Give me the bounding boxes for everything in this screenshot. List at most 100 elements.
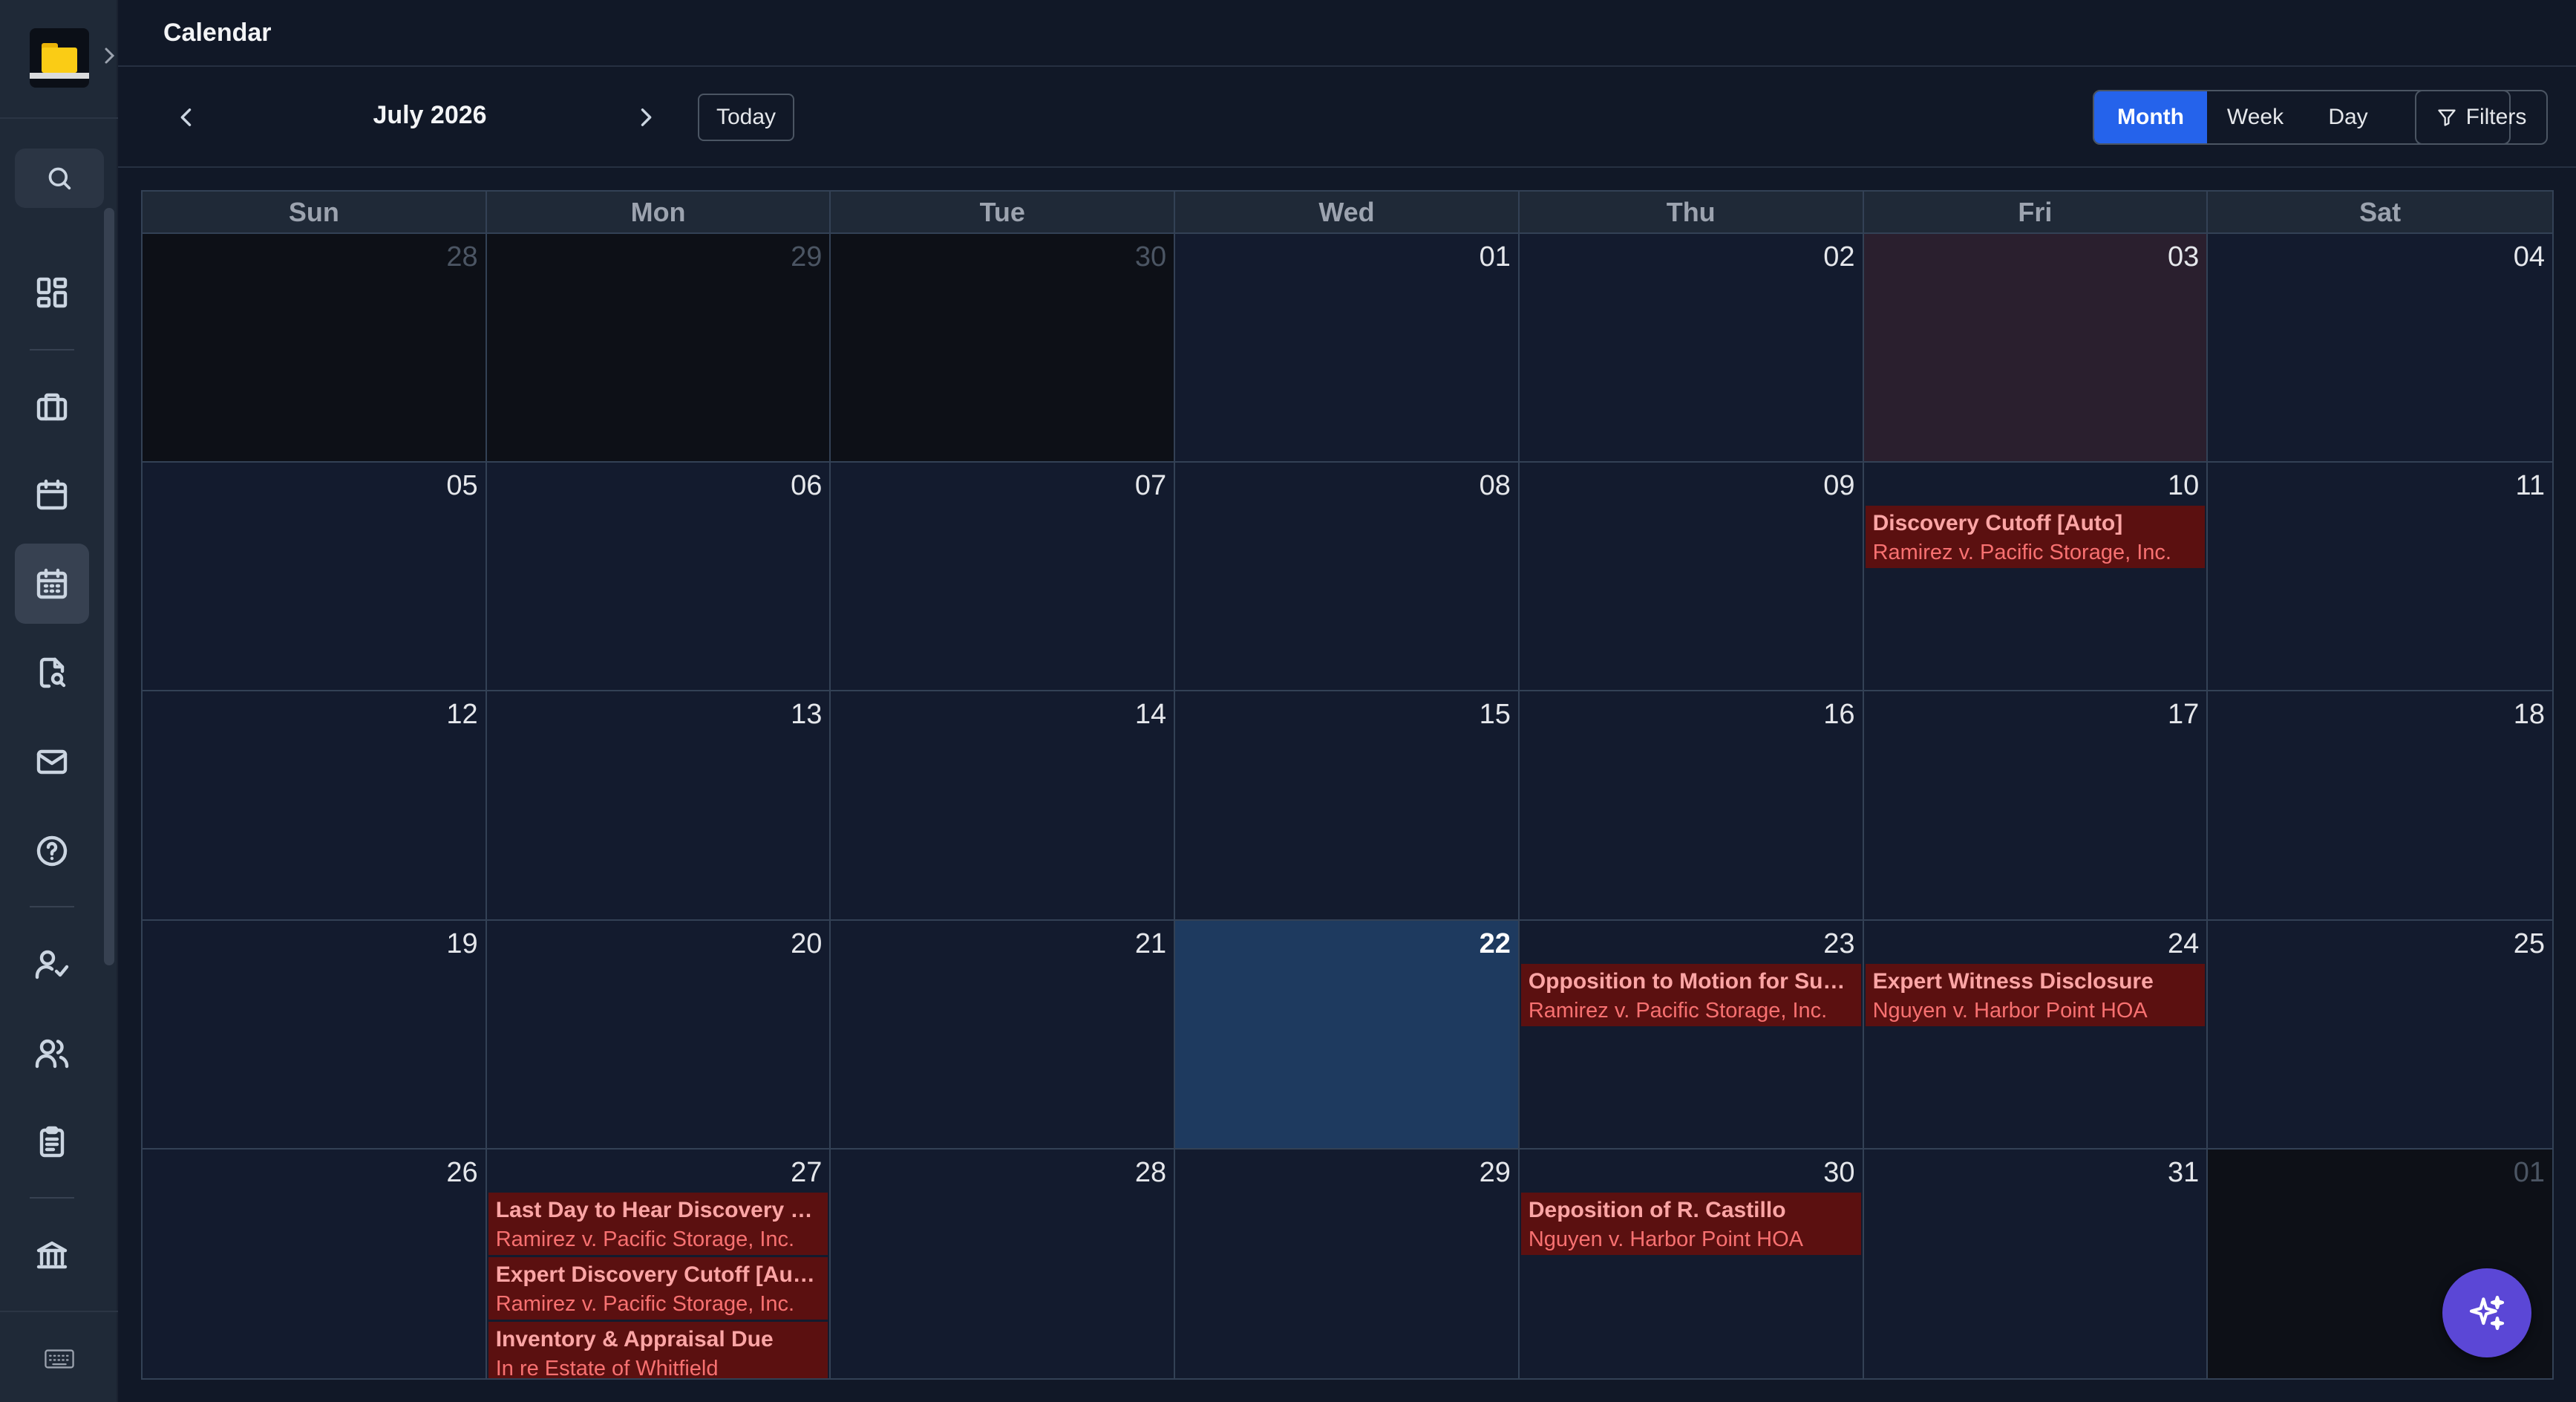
document-search-icon — [39, 657, 66, 688]
filters-button[interactable]: Filters — [2415, 90, 2548, 145]
day-cell[interactable]: 05 — [143, 463, 487, 692]
day-cell[interactable]: 28 — [143, 234, 487, 463]
event-list: Expert Witness Disclosure Nguyen v. Harbo… — [1865, 963, 2206, 1028]
sidebar-item-calendar[interactable] — [15, 454, 89, 535]
day-cell[interactable]: 02 — [1519, 234, 1864, 463]
day-number: 04 — [2513, 241, 2545, 273]
day-number: 19 — [446, 927, 478, 959]
event-list: Discovery Cutoff [Auto] Ramirez v. Pacifi… — [1865, 506, 2206, 570]
day-cell[interactable]: 12 — [143, 691, 487, 921]
dashboard-icon — [36, 277, 68, 308]
day-number: 21 — [1134, 927, 1167, 959]
day-cell[interactable]: 01 — [1175, 234, 1520, 463]
day-cell[interactable]: 21 — [831, 920, 1176, 1150]
day-cell[interactable]: 11 — [2208, 463, 2552, 692]
day-number: 01 — [1479, 241, 1511, 273]
app-logo[interactable] — [30, 28, 89, 88]
view-week-button[interactable]: Week — [2207, 91, 2304, 143]
day-cell[interactable]: 26 — [143, 1149, 487, 1378]
day-cell[interactable]: 20 — [486, 920, 831, 1150]
briefcase-icon — [36, 393, 68, 421]
day-cell[interactable]: 18 — [2208, 691, 2552, 921]
day-cell[interactable]: 29 — [486, 234, 831, 463]
day-cell[interactable]: 08 — [1175, 463, 1520, 692]
calendar-event[interactable]: Last Day to Hear Discovery M... Ramirez v… — [488, 1192, 828, 1255]
calendar-event[interactable]: Deposition of R. Castillo Nguyen v. Harbo… — [1520, 1192, 1861, 1255]
day-cell-today[interactable]: 22 — [1175, 920, 1520, 1150]
day-cell[interactable]: 30 Deposition of R. Castillo Nguyen v. Har… — [1519, 1149, 1864, 1378]
sidebar-item-help[interactable] — [15, 811, 89, 891]
day-cell[interactable]: 30 — [831, 234, 1176, 463]
day-cell[interactable]: 17 — [1863, 691, 2209, 921]
sidebar-item-tasks[interactable] — [15, 1102, 89, 1182]
day-cell[interactable]: 06 — [486, 463, 831, 692]
day-cell[interactable]: 28 — [831, 1149, 1176, 1378]
day-cell[interactable]: 03 — [1863, 234, 2209, 463]
sidebar-item-matters[interactable] — [15, 367, 89, 447]
day-cell[interactable]: 16 — [1519, 691, 1864, 921]
day-number: 28 — [1134, 1156, 1167, 1188]
day-cell[interactable]: 10 Discovery Cutoff [Auto] Ramirez v. Paci… — [1863, 463, 2209, 692]
help-icon — [36, 835, 68, 867]
day-cell[interactable]: 29 — [1175, 1149, 1520, 1378]
day-cell[interactable]: 13 — [486, 691, 831, 921]
sidebar-item-courts[interactable] — [15, 1215, 89, 1295]
day-cell[interactable]: 04 — [2208, 234, 2552, 463]
search-icon — [48, 167, 71, 190]
day-number: 02 — [1823, 241, 1855, 273]
day-cell[interactable]: 07 — [831, 463, 1176, 692]
calendar-event[interactable]: Expert Discovery Cutoff [Auto] Ramirez v.… — [488, 1256, 828, 1320]
day-cell[interactable]: 27 Last Day to Hear Discovery M... Ramirez… — [486, 1149, 831, 1378]
sidebar-item-contacts[interactable] — [15, 1013, 89, 1093]
clipboard-icon — [39, 1126, 65, 1158]
day-number: 15 — [1479, 699, 1511, 731]
sidebar-item-dashboard[interactable] — [15, 252, 89, 333]
next-month-button[interactable] — [625, 97, 667, 138]
calendar-event[interactable]: Inventory & Appraisal Due In re Estate of… — [488, 1321, 828, 1378]
calendar-event[interactable]: Discovery Cutoff [Auto] Ramirez v. Pacifi… — [1865, 506, 2206, 569]
weekday-header: Mon — [487, 192, 831, 232]
today-button[interactable]: Today — [698, 94, 794, 141]
day-cell[interactable]: 23 Opposition to Motion for Sum... Ramirez… — [1519, 920, 1864, 1150]
sidebar-item-mail[interactable] — [15, 722, 89, 802]
day-cell[interactable]: 24 Expert Witness Disclosure Nguyen v. Har… — [1863, 920, 2209, 1150]
day-cell[interactable]: 25 — [2208, 920, 2552, 1150]
weekday-header: Sat — [2359, 196, 2402, 227]
event-title: Last Day to Hear Discovery M... — [495, 1197, 821, 1222]
view-day-button[interactable]: Day — [2304, 91, 2393, 143]
filters-label: Filters — [2465, 105, 2527, 129]
keyboard-icon — [45, 1349, 74, 1369]
calendar-event[interactable]: Opposition to Motion for Sum... Ramirez v… — [1520, 963, 1861, 1026]
event-case-name: Ramirez v. Pacific Storage, Inc. — [495, 1291, 795, 1316]
ai-assistant-button[interactable] — [2442, 1268, 2531, 1357]
event-title: Inventory & Appraisal Due — [495, 1326, 774, 1352]
day-number: 18 — [2513, 699, 2545, 731]
day-cell[interactable]: 09 — [1519, 463, 1864, 692]
chevron-right-icon[interactable] — [102, 45, 117, 67]
search-button[interactable] — [15, 149, 104, 208]
sidebar-item-documents[interactable] — [15, 633, 89, 713]
day-number: 27 — [791, 1156, 823, 1188]
previous-month-button[interactable] — [166, 97, 207, 138]
event-case-name: Ramirez v. Pacific Storage, Inc. — [1528, 998, 1828, 1023]
day-cell[interactable]: 31 — [1863, 1149, 2209, 1378]
sidebar-item-calendar-month[interactable] — [15, 544, 89, 624]
calendar-icon — [36, 479, 68, 510]
calendar-grid: 28 29 30 01 02 03 04 05 06 07 08 09 10 Discovery Cuto… — [143, 234, 2552, 1378]
day-cell[interactable]: 14 — [831, 691, 1176, 921]
day-number: 25 — [2513, 927, 2545, 959]
day-cell[interactable]: 15 — [1175, 691, 1520, 921]
day-number: 29 — [791, 241, 823, 273]
view-month-button[interactable]: Month — [2094, 91, 2207, 143]
day-number: 31 — [2168, 1156, 2200, 1188]
sidebar-scrollbar[interactable] — [104, 208, 114, 965]
event-case-name: Ramirez v. Pacific Storage, Inc. — [1872, 541, 2171, 565]
weekday-header: Fri — [1864, 192, 2209, 232]
day-number: 12 — [446, 699, 478, 731]
sidebar-item-user-approvals[interactable] — [15, 924, 89, 1004]
page-title: Calendar — [163, 18, 272, 47]
chevron-left-icon — [180, 108, 192, 126]
keyboard-shortcuts-button[interactable] — [37, 1344, 82, 1374]
day-cell[interactable]: 19 — [143, 920, 487, 1150]
calendar-event[interactable]: Expert Witness Disclosure Nguyen v. Harbo… — [1865, 963, 2206, 1026]
